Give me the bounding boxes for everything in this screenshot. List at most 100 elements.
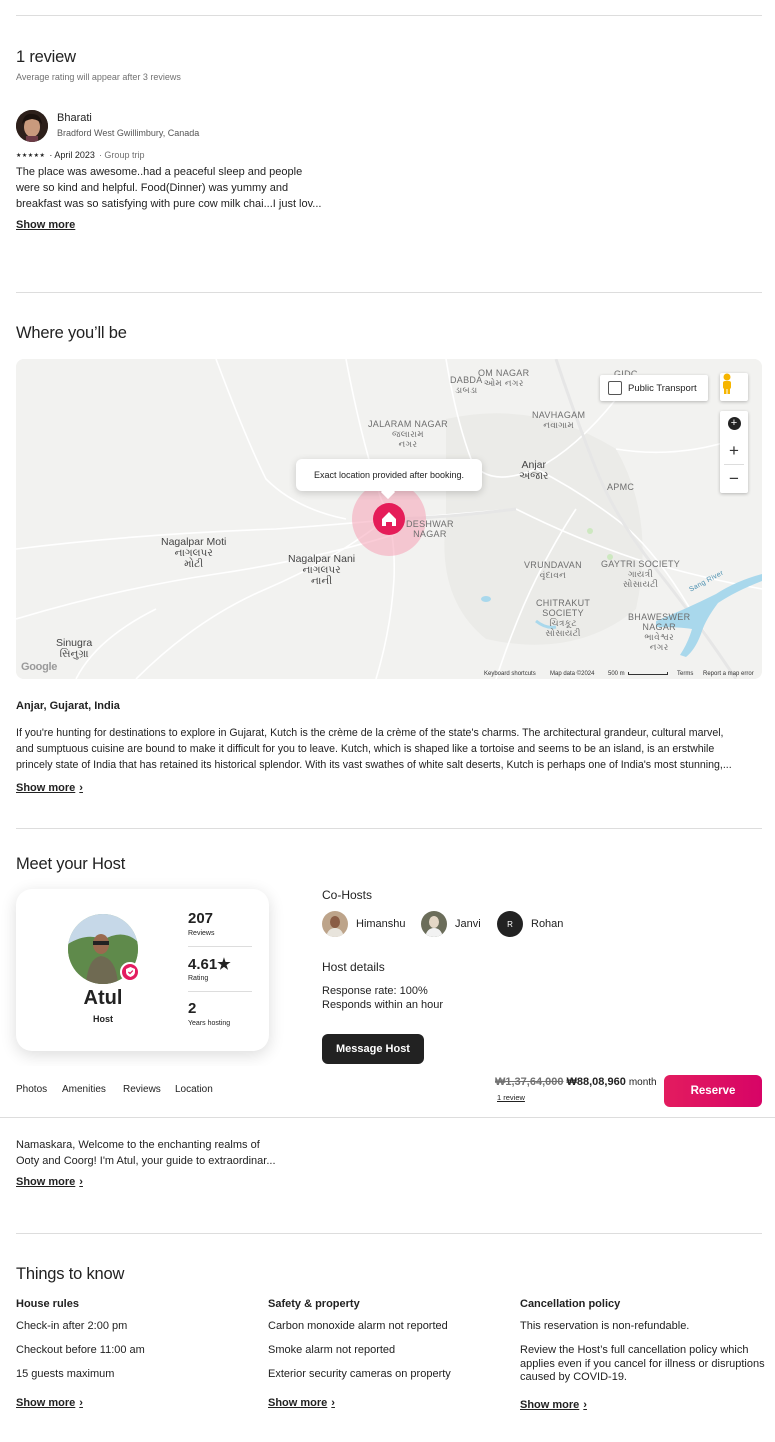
nav-location[interactable]: Location — [175, 1084, 213, 1095]
house-rule-item: Checkout before 11:00 am — [16, 1344, 145, 1356]
section-divider — [16, 828, 762, 829]
map-data: Map data ©2024 — [550, 671, 595, 677]
stat-divider — [188, 946, 252, 947]
host-card[interactable]: Atul Host 207 Reviews 4.61★ Rating 2 Yea… — [16, 889, 269, 1051]
location-show-more-label: Show more — [16, 782, 76, 794]
location-title: Where you’ll be — [16, 324, 127, 342]
map-scale[interactable]: 500 m — [608, 671, 625, 677]
public-transport-toggle[interactable]: Public Transport — [600, 375, 708, 401]
map-label: CHITRAKUT SOCIETY ચિત્રકૂટ સોસાયટી — [536, 598, 591, 638]
safety-item: Smoke alarm not reported — [268, 1344, 396, 1356]
map[interactable]: OM NAGAR ઓમ નગર DABDA ડાબડા GIDC JALARAM N… — [16, 359, 762, 679]
zoom-control: + + − — [720, 411, 748, 493]
zoom-out-button[interactable]: − — [720, 465, 748, 493]
section-divider — [16, 1233, 762, 1234]
reviewer-avatar[interactable] — [16, 110, 48, 142]
map-label: DESHWAR NAGAR — [406, 519, 454, 539]
nav-amenities[interactable]: Amenities — [62, 1084, 106, 1095]
things-title: Things to know — [16, 1265, 125, 1283]
cancellation-show-more-link[interactable]: Show more › — [520, 1399, 587, 1411]
map-label: BHAWESWER NAGAR ભાવેશ્વર નગર — [628, 612, 691, 652]
location-show-more-link[interactable]: Show more › — [16, 782, 83, 794]
map-keyboard-shortcuts[interactable]: Keyboard shortcuts — [484, 671, 536, 677]
reviews-title: 1 review — [16, 48, 76, 66]
cancellation-item: This reservation is non-refundable. — [520, 1320, 690, 1332]
map-label: Nagalpar Nani નાગલપર નાની — [288, 553, 356, 587]
house-rule-item: Check-in after 2:00 pm — [16, 1320, 128, 1332]
host-show-more-label: Show more — [16, 1176, 76, 1188]
review-text-line: breakfast was so satisfying with pure co… — [16, 198, 322, 210]
chevron-right-icon: › — [79, 1176, 83, 1188]
nav-photos[interactable]: Photos — [16, 1084, 47, 1095]
show-more-label: Show more — [520, 1399, 580, 1411]
price-block: ₩1,37,64,000 ₩88,08,960 month — [495, 1076, 657, 1088]
google-logo: Google — [21, 661, 58, 673]
map-label: Sinugra સિનુગ્રા — [56, 637, 93, 660]
public-transport-checkbox[interactable] — [608, 381, 622, 395]
map-label: GAYTRI SOCIETY ગાયત્રી સોસાયટી — [601, 559, 681, 589]
reviews-subtitle: Average rating will appear after 3 revie… — [16, 72, 181, 82]
host-response-rate: Response rate: 100% — [322, 985, 428, 997]
review-text-line: were so kind and helpful. Food(Dinner) w… — [16, 182, 289, 194]
safety-show-more-link[interactable]: Show more › — [268, 1397, 335, 1409]
review-meta: ★★★★★ · April 2023 · Group trip — [16, 150, 144, 160]
bar-reviews-link[interactable]: 1 review — [497, 1093, 525, 1102]
current-price: ₩88,08,960 — [566, 1076, 626, 1088]
public-transport-label: Public Transport — [628, 382, 697, 394]
review-text-line: The place was awesome..had a peaceful sl… — [16, 166, 303, 178]
map-label: OM NAGAR ઓમ નગર — [478, 368, 530, 388]
cohost-avatar — [421, 911, 447, 937]
safety-item: Carbon monoxide alarm not reported — [268, 1320, 448, 1332]
chevron-right-icon: › — [79, 1397, 83, 1409]
cohost-name: Himanshu — [356, 918, 406, 930]
cohosts-title: Co-Hosts — [322, 888, 373, 902]
host-show-more-link[interactable]: Show more › — [16, 1176, 83, 1188]
host-details-title: Host details — [322, 960, 385, 974]
chevron-right-icon: › — [583, 1399, 587, 1411]
message-host-button[interactable]: Message Host — [322, 1034, 424, 1064]
reserve-button[interactable]: Reserve — [664, 1075, 762, 1107]
chevron-right-icon: › — [79, 782, 83, 794]
cohost-name: Rohan — [531, 918, 564, 930]
price-period: month — [628, 1077, 657, 1088]
host-bio: Namaskara, Welcome to the enchanting rea… — [16, 1137, 296, 1169]
cohost-janvi[interactable]: Janvi — [421, 911, 481, 937]
place-description: If you're hunting for destinations to ex… — [16, 725, 766, 773]
section-divider — [16, 292, 762, 293]
stat-years-value: 2 — [188, 1000, 197, 1017]
host-title: Meet your Host — [16, 855, 126, 873]
place-description-line: princely state of India that has retaine… — [16, 759, 732, 771]
cancellation-item: Review the Host’s full cancellation poli… — [520, 1344, 765, 1383]
house-rules-show-more-link[interactable]: Show more › — [16, 1397, 83, 1409]
map-scale-bar — [628, 672, 668, 675]
cohost-rohan[interactable]: R Rohan — [497, 911, 563, 937]
host-bio-line: Namaskara, Welcome to the enchanting rea… — [16, 1139, 260, 1151]
map-label: APMC — [607, 482, 635, 492]
street-view-pegman-icon[interactable] — [720, 373, 748, 401]
review-show-more-link[interactable]: Show more — [16, 219, 75, 231]
cohost-initial-avatar: R — [497, 911, 523, 937]
stat-reviews-label: Reviews — [188, 930, 215, 937]
house-rule-item: 15 guests maximum — [16, 1368, 115, 1380]
stat-years-label: Years hosting — [188, 1020, 231, 1027]
zoom-in-button[interactable]: + — [720, 437, 748, 465]
chevron-right-icon: › — [331, 1397, 335, 1409]
map-report-link[interactable]: Report a map error — [703, 671, 754, 677]
host-role: Host — [93, 1014, 113, 1024]
compass-icon[interactable]: + — [720, 411, 748, 437]
host-bio-line: Ooty and Coorg! I'm Atul, your guide to … — [16, 1155, 276, 1167]
map-terms-link[interactable]: Terms — [677, 671, 693, 677]
reviewer-name: Bharati — [57, 112, 92, 124]
place-description-line: and sumptuous cuisine are bound to make … — [16, 743, 715, 755]
nav-reviews[interactable]: Reviews — [123, 1084, 161, 1095]
verified-badge-icon — [120, 962, 140, 982]
stat-reviews-value: 207 — [188, 910, 214, 927]
sticky-booking-bar: Photos Amenities Reviews Location ₩1,37,… — [0, 1066, 775, 1118]
review-stars: ★★★★★ — [16, 152, 46, 159]
review-trip-type: · Group trip — [98, 150, 145, 160]
safety-title: Safety & property — [268, 1298, 360, 1310]
map-label: JALARAM NAGAR જલારામ નગર — [368, 419, 448, 449]
map-label: Anjar અંજાર — [519, 459, 549, 482]
reviewer-location: Bradford West Gwillimbury, Canada — [57, 128, 200, 138]
cohost-himanshu[interactable]: Himanshu — [322, 911, 406, 937]
